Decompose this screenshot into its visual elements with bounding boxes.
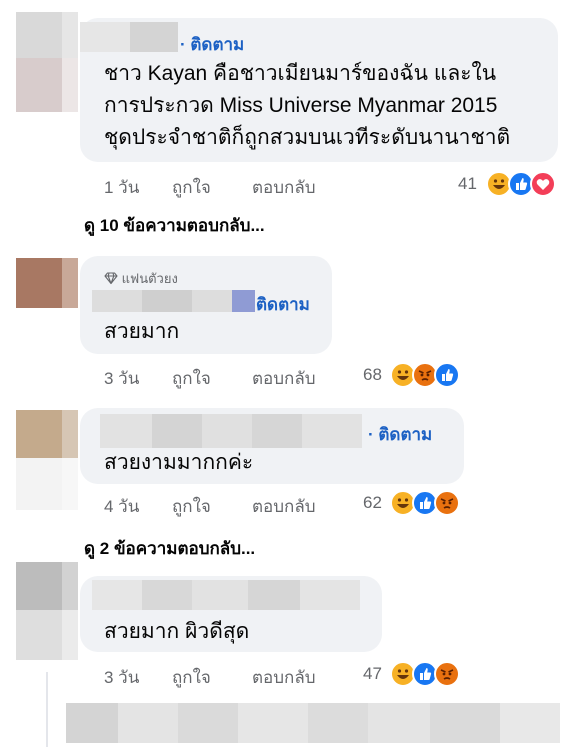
comment-actions: 3 วัน ถูกใจ ตอบกลับ [104, 664, 364, 687]
comment-text-line: สวยมาก [104, 320, 180, 343]
like-link[interactable]: ถูกใจ [172, 664, 211, 691]
like-icon [434, 362, 460, 388]
comment-time[interactable]: 4 วัน [104, 493, 139, 520]
angry-icon [434, 490, 460, 516]
comment-actions: 4 วัน ถูกใจ ตอบกลับ [104, 493, 364, 516]
commenter-name[interactable] [80, 22, 178, 52]
like-link[interactable]: ถูกใจ [172, 493, 211, 520]
comment-actions: 1 วัน ถูกใจ ตอบกลับ [104, 174, 364, 197]
thread-line [46, 672, 48, 747]
comment-text-line: การประกวด Miss Universe Myanmar 2015 [104, 94, 498, 117]
comment-text-line: ชุดประจำชาติก็ถูกสวมบนเวทีระดับนานาชาติ [104, 126, 511, 149]
like-link[interactable]: ถูกใจ [172, 365, 211, 392]
comment-text-line: ชาว Kayan คือชาวเมียนมาร์ของฉัน และใน [104, 62, 497, 85]
reply-link[interactable]: ตอบกลับ [252, 664, 316, 691]
reaction-icons[interactable] [486, 171, 562, 197]
reply-composer-blur [66, 703, 560, 743]
angry-icon [434, 661, 460, 687]
comment-time[interactable]: 3 วัน [104, 664, 139, 691]
commenter-name[interactable] [92, 290, 255, 312]
reaction-icons[interactable] [390, 661, 466, 687]
commenter-name[interactable] [100, 414, 362, 448]
reply-link[interactable]: ตอบกลับ [252, 365, 316, 392]
avatar[interactable] [16, 562, 78, 660]
avatar[interactable] [16, 410, 78, 510]
follow-link[interactable]: · ติดตาม [180, 31, 244, 58]
comment-time[interactable]: 1 วัน [104, 174, 139, 201]
view-replies-link[interactable]: ดู 2 ข้อความตอบกลับ... [84, 535, 255, 562]
follow-link[interactable]: · ติดตาม [368, 421, 432, 448]
love-icon [530, 171, 556, 197]
reply-link[interactable]: ตอบกลับ [252, 493, 316, 520]
comment-time[interactable]: 3 วัน [104, 365, 139, 392]
reaction-icons[interactable] [390, 362, 466, 388]
comment-text-line: สวยมาก ผิวดีสุด [104, 620, 250, 643]
avatar[interactable] [16, 258, 78, 308]
reaction-icons[interactable] [390, 490, 466, 516]
avatar[interactable] [16, 12, 78, 112]
diamond-icon [104, 271, 118, 285]
reaction-count[interactable]: 62 [363, 493, 382, 513]
badge-label: แฟนตัวยง [121, 271, 178, 286]
reaction-count[interactable]: 68 [363, 365, 382, 385]
like-link[interactable]: ถูกใจ [172, 174, 211, 201]
comment-text-line: สวยงามมากกค่ะ [104, 451, 254, 474]
reaction-count[interactable]: 41 [458, 174, 477, 194]
top-fan-badge: แฟนตัวยง [104, 268, 178, 289]
view-replies-link[interactable]: ดู 10 ข้อความตอบกลับ... [84, 212, 265, 239]
follow-link[interactable]: ติดตาม [256, 291, 310, 318]
reply-link[interactable]: ตอบกลับ [252, 174, 316, 201]
commenter-name[interactable] [92, 580, 360, 610]
reaction-count[interactable]: 47 [363, 664, 382, 684]
comment-actions: 3 วัน ถูกใจ ตอบกลับ [104, 365, 364, 388]
